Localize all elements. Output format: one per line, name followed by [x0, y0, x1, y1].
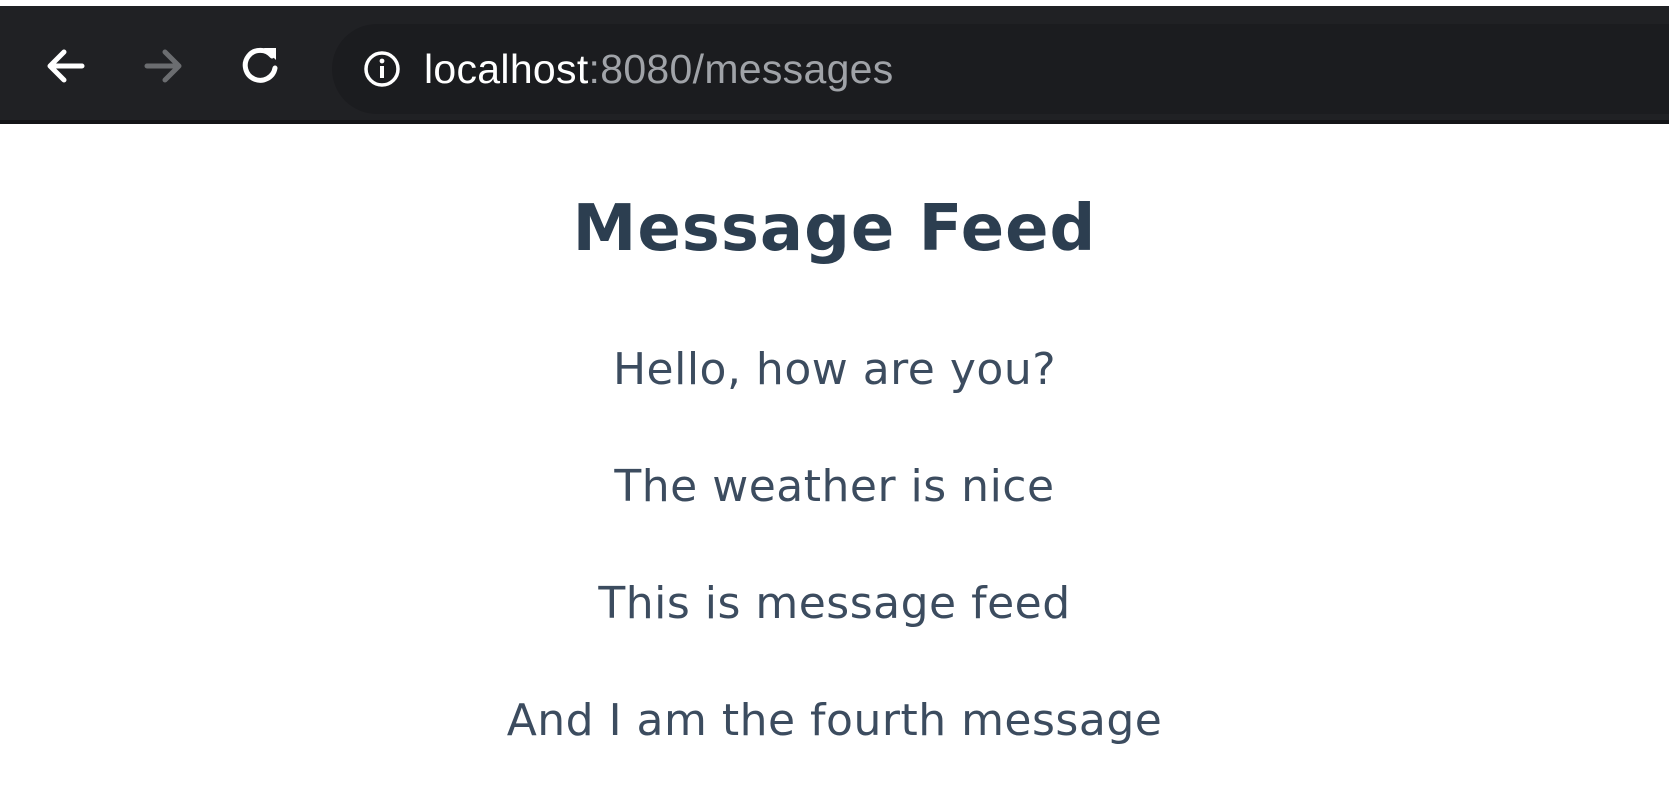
arrow-right-icon	[144, 49, 182, 83]
url-text[interactable]: localhost:8080/messages	[424, 46, 894, 93]
address-bar[interactable]: localhost:8080/messages	[332, 24, 1669, 114]
back-button[interactable]	[38, 38, 94, 94]
message-item: This is message feed	[598, 578, 1071, 629]
info-icon[interactable]	[360, 47, 404, 91]
message-list: Hello, how are you? The weather is nice …	[0, 344, 1669, 812]
forward-button[interactable]	[135, 38, 191, 94]
reload-button[interactable]	[232, 38, 288, 94]
reload-icon	[242, 47, 278, 83]
page-content: Message Feed Hello, how are you? The wea…	[0, 124, 1669, 783]
message-item: Hello, how are you?	[612, 344, 1057, 395]
arrow-left-icon	[47, 49, 85, 83]
message-item: And I am the fourth message	[506, 695, 1163, 746]
url-host: localhost	[424, 45, 589, 92]
url-path: :8080/messages	[588, 45, 894, 92]
page-title: Message Feed	[572, 192, 1097, 266]
message-item: The weather is nice	[614, 461, 1055, 512]
browser-toolbar: localhost:8080/messages	[0, 6, 1669, 124]
